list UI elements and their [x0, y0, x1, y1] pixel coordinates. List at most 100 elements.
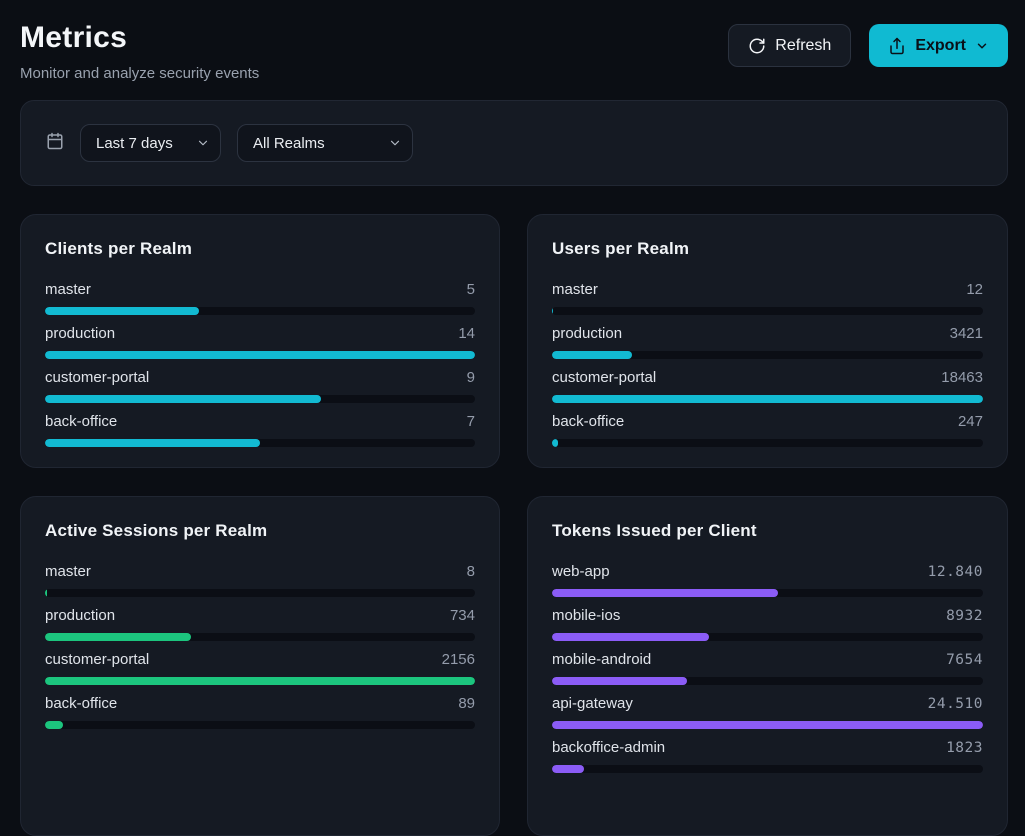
card-title: Tokens Issued per Client — [552, 521, 983, 541]
progress-fill — [45, 439, 260, 447]
progress-track — [552, 439, 983, 447]
header-actions: Refresh Export — [728, 24, 1008, 67]
card-title: Clients per Realm — [45, 239, 475, 259]
card-tokens-issued-per-client: Tokens Issued per Client web-app 12.840 … — [527, 496, 1008, 836]
progress-fill — [45, 351, 475, 359]
metric-value: 14 — [458, 325, 475, 342]
metric-label: production — [45, 607, 115, 624]
metric-value: 12 — [966, 281, 983, 298]
calendar-icon — [46, 132, 64, 155]
progress-track — [45, 721, 475, 729]
export-button[interactable]: Export — [869, 24, 1008, 67]
metric-label: customer-portal — [45, 369, 149, 386]
progress-fill — [45, 721, 63, 729]
metric-label: production — [552, 325, 622, 342]
progress-fill — [552, 351, 632, 359]
metric-value: 24.510 — [928, 696, 983, 712]
metric-row: customer-portal 18463 — [552, 369, 983, 403]
progress-fill — [552, 633, 709, 641]
progress-fill — [45, 395, 321, 403]
metric-row: master 5 — [45, 281, 475, 315]
progress-track — [552, 307, 983, 315]
refresh-button-label: Refresh — [775, 37, 831, 55]
metric-value: 8932 — [946, 608, 983, 624]
progress-fill — [45, 633, 191, 641]
metric-row: api-gateway 24.510 — [552, 695, 983, 729]
refresh-button[interactable]: Refresh — [728, 24, 851, 67]
export-button-label: Export — [915, 37, 966, 55]
metric-value: 18463 — [941, 369, 983, 386]
metric-row: mobile-ios 8932 — [552, 607, 983, 641]
metrics-page: Metrics Monitor and analyze security eve… — [0, 0, 1025, 836]
progress-track — [552, 633, 983, 641]
progress-track — [45, 395, 475, 403]
progress-track — [552, 765, 983, 773]
progress-track — [45, 677, 475, 685]
progress-track — [552, 721, 983, 729]
metric-label: mobile-ios — [552, 607, 620, 624]
metric-label: master — [552, 281, 598, 298]
metric-label: master — [45, 563, 91, 580]
date-range-select[interactable]: Last 7 days — [80, 124, 221, 162]
metric-label: api-gateway — [552, 695, 633, 712]
metric-label: back-office — [552, 413, 624, 430]
card-users-per-realm: Users per Realm master 12 production 342… — [527, 214, 1008, 468]
metric-label: master — [45, 281, 91, 298]
metric-label: mobile-android — [552, 651, 651, 668]
progress-track — [45, 351, 475, 359]
metric-label: production — [45, 325, 115, 342]
progress-track — [552, 395, 983, 403]
progress-track — [45, 439, 475, 447]
metric-label: back-office — [45, 413, 117, 430]
metric-row: master 12 — [552, 281, 983, 315]
metric-value: 3421 — [950, 325, 983, 342]
metric-row: backoffice-admin 1823 — [552, 739, 983, 773]
page-subtitle: Monitor and analyze security events — [20, 64, 259, 84]
progress-fill — [45, 677, 475, 685]
progress-fill — [45, 589, 47, 597]
page-title: Metrics — [20, 20, 259, 56]
progress-fill — [552, 721, 983, 729]
metric-label: customer-portal — [45, 651, 149, 668]
upload-icon — [888, 37, 906, 55]
metric-row: back-office 7 — [45, 413, 475, 447]
metric-row: customer-portal 2156 — [45, 651, 475, 685]
metric-row: production 734 — [45, 607, 475, 641]
metric-value: 734 — [450, 607, 475, 624]
metric-label: customer-portal — [552, 369, 656, 386]
metric-value: 9 — [467, 369, 475, 386]
date-range-select-wrap: Last 7 days — [80, 124, 221, 162]
filter-bar: Last 7 days All Realms — [20, 100, 1008, 186]
progress-fill — [552, 765, 584, 773]
metric-label: back-office — [45, 695, 117, 712]
metric-value: 89 — [458, 695, 475, 712]
metric-value: 1823 — [946, 740, 983, 756]
progress-fill — [552, 439, 558, 447]
chevron-down-icon — [975, 39, 989, 53]
progress-fill — [45, 307, 199, 315]
metric-row: production 14 — [45, 325, 475, 359]
progress-fill — [552, 589, 778, 597]
metric-row: back-office 247 — [552, 413, 983, 447]
page-header: Metrics Monitor and analyze security eve… — [20, 14, 1008, 84]
metric-value: 7 — [467, 413, 475, 430]
progress-track — [45, 307, 475, 315]
metric-value: 7654 — [946, 652, 983, 668]
progress-track — [45, 589, 475, 597]
card-active-sessions-per-realm: Active Sessions per Realm master 8 produ… — [20, 496, 500, 836]
progress-track — [552, 351, 983, 359]
realm-select[interactable]: All Realms — [237, 124, 413, 162]
metric-row: customer-portal 9 — [45, 369, 475, 403]
metric-label: web-app — [552, 563, 610, 580]
metrics-grid: Clients per Realm master 5 production 14… — [20, 214, 1008, 836]
metric-value: 8 — [467, 563, 475, 580]
card-title: Users per Realm — [552, 239, 983, 259]
metric-row: master 8 — [45, 563, 475, 597]
metric-value: 5 — [467, 281, 475, 298]
progress-fill — [552, 677, 687, 685]
metric-row: web-app 12.840 — [552, 563, 983, 597]
metric-row: mobile-android 7654 — [552, 651, 983, 685]
metric-value: 12.840 — [928, 564, 983, 580]
card-title: Active Sessions per Realm — [45, 521, 475, 541]
progress-track — [552, 589, 983, 597]
